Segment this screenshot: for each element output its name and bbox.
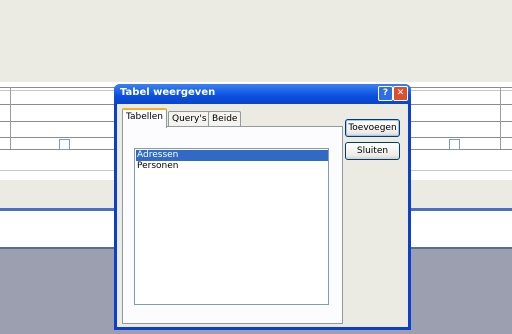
tab-panel: Adressen Personen bbox=[122, 126, 343, 324]
grid-column-divider bbox=[10, 87, 11, 149]
table-listbox[interactable]: Adressen Personen bbox=[134, 148, 329, 305]
grid-column-divider bbox=[500, 87, 501, 149]
help-button[interactable]: ? bbox=[378, 86, 393, 101]
help-icon: ? bbox=[382, 88, 389, 98]
close-dialog-button[interactable]: Sluiten bbox=[345, 142, 400, 160]
tab-querys[interactable]: Query's bbox=[168, 111, 211, 126]
toolbar-area bbox=[0, 0, 512, 82]
list-item-adressen[interactable]: Adressen bbox=[136, 150, 328, 161]
tab-tabellen[interactable]: Tabellen bbox=[122, 108, 168, 128]
close-button[interactable]: ✕ bbox=[393, 86, 408, 101]
close-icon: ✕ bbox=[396, 88, 405, 98]
tab-beide[interactable]: Beide bbox=[208, 111, 242, 126]
list-item-personen[interactable]: Personen bbox=[136, 161, 328, 172]
show-table-dialog: Tabel weergeven ? ✕ Tabellen Query's Bei… bbox=[114, 84, 411, 330]
show-checkbox[interactable] bbox=[59, 139, 70, 150]
dialog-titlebar[interactable]: Tabel weergeven ? ✕ bbox=[114, 84, 411, 104]
add-button[interactable]: Toevoegen bbox=[345, 119, 400, 137]
show-checkbox[interactable] bbox=[449, 139, 460, 150]
dialog-body: Tabellen Query's Beide Adressen Personen… bbox=[117, 104, 408, 327]
dialog-title: Tabel weergeven bbox=[120, 87, 216, 98]
